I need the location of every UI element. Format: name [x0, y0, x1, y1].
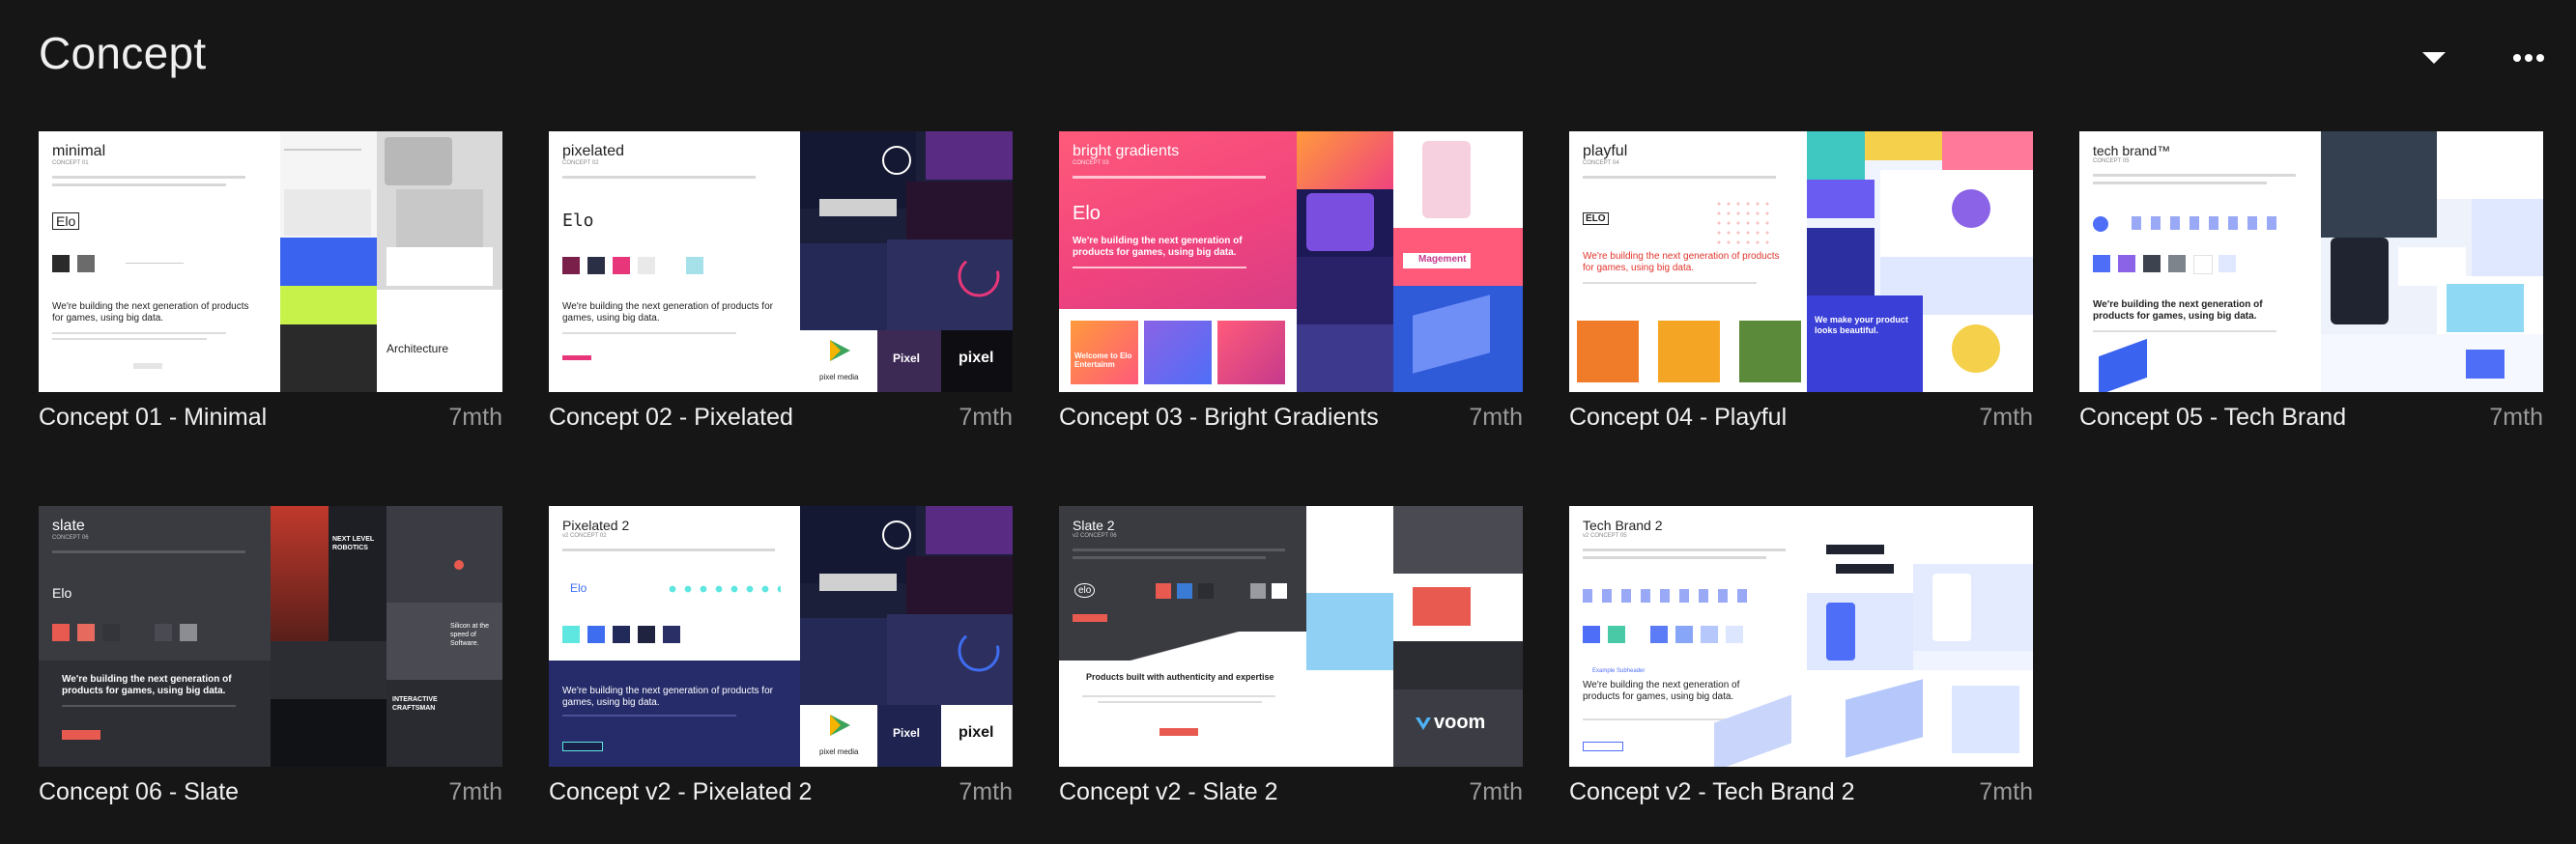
- concept-name: Concept 04 - Playful: [1569, 404, 1788, 431]
- concept-name: Concept v2 - Pixelated 2: [549, 778, 813, 805]
- concept-name: Concept v2 - Tech Brand 2: [1569, 778, 1855, 805]
- concept-thumbnail: slate CONCEPT 06 Elo We're building the …: [39, 506, 502, 767]
- thumb-label: CONCEPT 03: [1073, 160, 1109, 166]
- thumb-heading: bright gradients: [1073, 143, 1180, 159]
- thumb-card-text: Welcome to Elo Entertainm: [1074, 352, 1132, 369]
- concept-date: 7mth: [959, 404, 1013, 431]
- concept-name: Concept 06 - Slate: [39, 778, 240, 805]
- concept-name: Concept 02 - Pixelated: [549, 404, 793, 431]
- concept-date: 7mth: [959, 778, 1013, 805]
- concept-date: 7mth: [2489, 404, 2543, 431]
- thumb-label: CONCEPT 06: [52, 535, 89, 541]
- thumb-panel-text: INTERACTIVE CRAFTSMAN: [392, 696, 438, 712]
- thumb-label: CONCEPT 02: [562, 160, 599, 166]
- concept-card-tech-brand-2[interactable]: Tech Brand 2 v2 CONCEPT 05 Example Subhe…: [1569, 506, 2033, 805]
- concept-thumbnail: tech brand™ CONCEPT 05 We're building th…: [2079, 131, 2543, 392]
- thumb-label: v2 CONCEPT 06: [1073, 533, 1117, 539]
- concept-card-bright-gradients[interactable]: bright gradients CONCEPT 03 Elo We're bu…: [1059, 131, 1523, 431]
- thumb-label: CONCEPT 04: [1583, 160, 1619, 166]
- concept-date: 7mth: [448, 404, 502, 431]
- thumb-tagline: We're building the next generation of pr…: [1583, 680, 1740, 702]
- thumb-label: CONCEPT 05: [2093, 158, 2130, 164]
- thumb-brand: Magement: [1418, 254, 1467, 265]
- thumb-logo: ELO: [1583, 212, 1609, 225]
- thumb-brand: Pixel: [893, 352, 921, 365]
- concept-name: Concept 05 - Tech Brand: [2079, 404, 2347, 431]
- thumb-brand: Pixel: [893, 726, 921, 740]
- thumb-cta: We make your product looks beautiful.: [1815, 315, 1908, 335]
- thumb-brand: pixel: [959, 724, 994, 741]
- more-options-button[interactable]: [2505, 39, 2552, 77]
- thumb-tagline: We're building the next generation of pr…: [1073, 236, 1243, 258]
- thumb-heading: minimal: [52, 143, 106, 159]
- thumb-logo: Elo: [52, 212, 80, 230]
- concept-card-pixelated-2[interactable]: Pixelated 2 v2 CONCEPT 02 Elo We're buil…: [549, 506, 1013, 805]
- thumb-brand: pixel media: [819, 747, 859, 756]
- concept-thumbnail: Pixelated 2 v2 CONCEPT 02 Elo We're buil…: [549, 506, 1013, 767]
- concept-card-minimal[interactable]: minimal CONCEPT 01 Elo We're building th…: [39, 131, 502, 431]
- concept-thumbnail: pixelated CONCEPT 02 Elo We're building …: [549, 131, 1013, 392]
- thumb-brand: pixel media: [819, 373, 859, 381]
- thumb-logo: Elo: [52, 585, 72, 601]
- concept-card-slate[interactable]: slate CONCEPT 06 Elo We're building the …: [39, 506, 502, 805]
- thumb-label: v2 CONCEPT 02: [562, 533, 607, 539]
- thumb-subhead: Example Subheader: [1592, 668, 1646, 674]
- thumb-label: v2 CONCEPT 05: [1583, 533, 1627, 539]
- page-title: Concept: [39, 28, 207, 78]
- concept-date: 7mth: [1979, 404, 2033, 431]
- concept-date: 7mth: [1979, 778, 2033, 805]
- concept-thumbnail: minimal CONCEPT 01 Elo We're building th…: [39, 131, 502, 392]
- thumb-heading: pixelated: [562, 143, 625, 159]
- thumb-tagline: We're building the next generation of pr…: [62, 674, 232, 696]
- thumb-heading: slate: [52, 518, 85, 534]
- concept-name: Concept 03 - Bright Gradients: [1059, 404, 1379, 431]
- thumb-tagline: Products built with authenticity and exp…: [1086, 672, 1274, 682]
- concept-card-tech-brand[interactable]: tech brand™ CONCEPT 05 We're building th…: [2079, 131, 2543, 431]
- thumb-heading: Pixelated 2: [562, 518, 630, 533]
- thumb-tagline: We're building the next generation of pr…: [52, 301, 249, 324]
- concept-name: Concept 01 - Minimal: [39, 404, 268, 431]
- thumb-heading: Slate 2: [1073, 518, 1115, 533]
- thumb-heading: playful: [1583, 143, 1628, 159]
- concept-name: Concept v2 - Slate 2: [1059, 778, 1278, 805]
- concept-date: 7mth: [1469, 404, 1523, 431]
- concept-card-slate-2[interactable]: Slate 2 v2 CONCEPT 06 elo Products built…: [1059, 506, 1523, 805]
- thumb-tagline: We're building the next generation of pr…: [562, 686, 773, 708]
- thumb-panel-text: Architecture: [386, 342, 449, 355]
- thumb-logo: Elo: [562, 211, 594, 231]
- dropdown-button[interactable]: [2411, 39, 2457, 77]
- thumb-tagline: We're building the next generation of pr…: [1583, 251, 1780, 273]
- thumb-label: CONCEPT 01: [52, 160, 89, 166]
- thumb-tagline: We're building the next generation of pr…: [562, 301, 773, 324]
- concept-date: 7mth: [448, 778, 502, 805]
- more-dots-icon: [2513, 54, 2544, 62]
- thumb-heading: tech brand™: [2093, 143, 2171, 158]
- concept-thumbnail: Slate 2 v2 CONCEPT 06 elo Products built…: [1059, 506, 1523, 767]
- thumb-brand: pixel: [959, 350, 994, 366]
- thumb-panel-text: NEXT LEVEL ROBOTICS: [332, 536, 375, 551]
- thumb-logo: Elo: [1073, 203, 1101, 224]
- thumb-panel-text: Silicon at the speed of Software.: [450, 623, 490, 647]
- concept-card-pixelated[interactable]: pixelated CONCEPT 02 Elo We're building …: [549, 131, 1013, 431]
- concept-card-playful[interactable]: playful CONCEPT 04 ELO We're building th…: [1569, 131, 2033, 431]
- chevron-down-icon: [2422, 52, 2446, 64]
- concept-thumbnail: Tech Brand 2 v2 CONCEPT 05 Example Subhe…: [1569, 506, 2033, 767]
- thumb-tagline: We're building the next generation of pr…: [2093, 299, 2263, 322]
- concept-date: 7mth: [1469, 778, 1523, 805]
- concept-thumbnail: bright gradients CONCEPT 03 Elo We're bu…: [1059, 131, 1523, 392]
- page-header: Concept: [0, 0, 2576, 116]
- concept-thumbnail: playful CONCEPT 04 ELO We're building th…: [1569, 131, 2033, 392]
- thumb-heading: Tech Brand 2: [1583, 518, 1663, 533]
- thumb-logo: Elo: [570, 581, 587, 595]
- thumb-brand: voom: [1434, 712, 1486, 733]
